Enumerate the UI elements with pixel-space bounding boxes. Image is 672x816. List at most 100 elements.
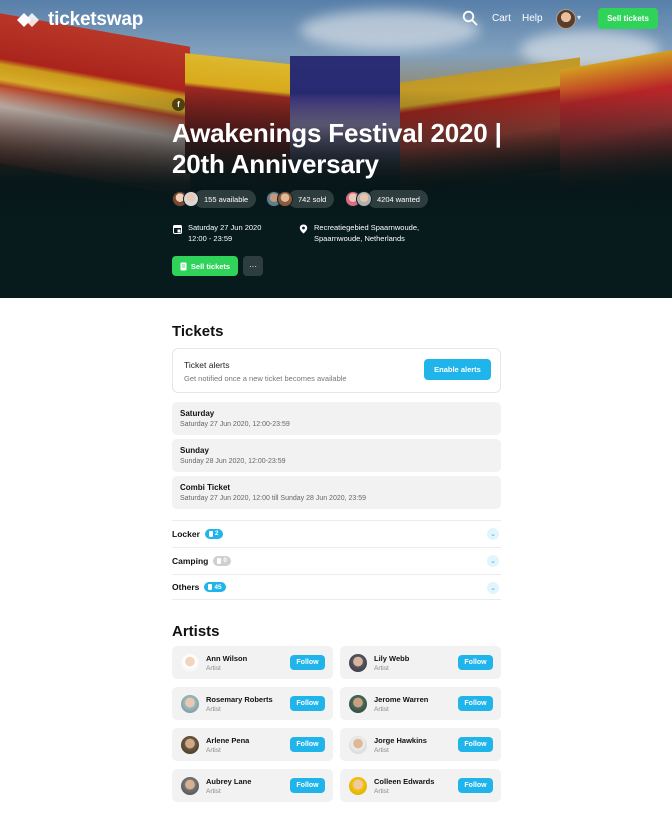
artist-card[interactable]: Jerome Warren Artist Follow [340,687,501,720]
ticket-icon [180,262,187,270]
facebook-icon[interactable]: f [172,98,185,111]
tickets-heading: Tickets [172,323,224,340]
ticket-day-subtitle: Saturday 27 Jun 2020, 12:00-23:59 [180,421,290,428]
artist-role: Artist [206,665,221,672]
nav-cart-link[interactable]: Cart [492,13,511,24]
avatar-group [172,191,199,207]
avatar [356,191,372,207]
category-locker[interactable]: Locker 2 ⌄ [172,520,501,546]
category-label: Others [172,582,200,592]
artist-role: Artist [374,706,389,713]
ticket-day-saturday[interactable]: Saturday Saturday 27 Jun 2020, 12:00-23:… [172,402,501,435]
follow-button[interactable]: Follow [290,737,325,752]
ticket-day-combi[interactable]: Combi Ticket Saturday 27 Jun 2020, 12:00… [172,476,501,509]
event-location-line: Spaarnwoude, Netherlands [314,234,405,243]
artist-name: Colleen Edwards [374,777,435,786]
top-nav: ticketswap Cart Help ▾ Sell tickets [0,0,672,38]
count-badge: 0 [213,555,231,566]
artist-card[interactable]: Rosemary Roberts Artist Follow [172,687,333,720]
ticket-icon [208,584,213,590]
count-badge: 2 [204,528,223,539]
chevron-down-icon[interactable]: ⌄ [487,528,499,540]
artist-name: Jerome Warren [374,695,429,704]
avatar [277,191,293,207]
avatar [181,654,199,672]
brand-logo[interactable]: ticketswap [15,9,143,31]
ticket-day-subtitle: Sunday 28 Jun 2020, 12:00-23:59 [180,458,286,465]
artist-role: Artist [374,788,389,795]
artist-role: Artist [374,747,389,754]
count-badge-value: 0 [223,557,227,564]
avatar [349,777,367,795]
artist-name: Rosemary Roberts [206,695,273,704]
stat-available[interactable]: 155 available [172,190,257,208]
event-date-line: Saturday 27 Jun 2020 [188,223,262,232]
calendar-icon [173,225,182,234]
sell-tickets-button[interactable]: Sell tickets [172,256,238,276]
ticket-day-title: Saturday [180,409,215,418]
avatar-group [345,191,372,207]
enable-alerts-button[interactable]: Enable alerts [424,359,491,380]
ticket-day-title: Combi Ticket [180,483,231,492]
nav-help-link[interactable]: Help [522,13,543,24]
artist-role: Artist [206,747,221,754]
ticket-alert-title: Ticket alerts [184,360,230,370]
artist-card[interactable]: Lily Webb Artist Follow [340,646,501,679]
artist-name: Arlene Pena [206,736,250,745]
stat-wanted-label: 4204 wanted [367,190,428,208]
stat-available-label: 155 available [194,190,257,208]
more-options-button[interactable]: ··· [243,256,263,276]
category-label: Locker [172,528,200,539]
follow-button[interactable]: Follow [458,737,493,752]
ticket-icon [217,557,222,564]
stat-sold-label: 742 sold [288,190,335,208]
nav-sell-tickets-button[interactable]: Sell tickets [598,8,658,29]
ticket-icon [208,530,213,537]
user-avatar[interactable] [556,9,576,29]
artists-heading: Artists [172,623,220,640]
artist-card[interactable]: Arlene Pena Artist Follow [172,728,333,761]
avatar [181,777,199,795]
category-camping[interactable]: Camping 0 ⌄ [172,547,501,573]
count-badge: 45 [204,582,226,592]
follow-button[interactable]: Follow [290,696,325,711]
event-time-line: 12:00 - 23:59 [188,234,233,243]
follow-button[interactable]: Follow [458,696,493,711]
sell-tickets-label: Sell tickets [190,261,231,271]
follow-button[interactable]: Follow [458,655,493,670]
ticket-day-subtitle: Saturday 27 Jun 2020, 12:00 till Sunday … [180,495,367,502]
event-location-line: Recreatiegebied Spaarnwoude, [314,223,420,232]
artist-role: Artist [206,706,221,713]
follow-button[interactable]: Follow [290,655,325,670]
ticketswap-logo-icon [17,13,39,27]
location-pin-icon [299,224,308,234]
artist-card[interactable]: Colleen Edwards Artist Follow [340,769,501,802]
count-badge-value: 2 [214,530,219,537]
search-icon[interactable] [462,10,478,26]
stat-sold[interactable]: 742 sold [266,190,335,208]
chevron-down-icon[interactable]: ⌄ [487,555,499,567]
chevron-down-icon[interactable]: ▾ [577,13,581,22]
category-others[interactable]: Others 45 ⌄ [172,574,501,600]
artist-card[interactable]: Ann Wilson Artist Follow [172,646,333,679]
artist-role: Artist [206,788,221,795]
artist-name: Ann Wilson [206,654,248,663]
ticket-alert-subtitle: Get notified once a new ticket becomes a… [184,374,347,383]
avatar [349,654,367,672]
event-location[interactable]: Recreatiegebied Spaarnwoude, Spaarnwoude… [314,222,419,244]
ticket-day-sunday[interactable]: Sunday Sunday 28 Jun 2020, 12:00-23:59 [172,439,501,472]
event-title: Awakenings Festival 2020 | 20th Annivers… [172,118,502,179]
follow-button[interactable]: Follow [290,778,325,793]
avatar [181,695,199,713]
artist-role: Artist [374,665,389,672]
artist-card[interactable]: Aubrey Lane Artist Follow [172,769,333,802]
event-date: Saturday 27 Jun 2020 12:00 - 23:59 [188,222,261,244]
ticket-alert-card: Ticket alerts Get notified once a new ti… [172,348,501,393]
follow-button[interactable]: Follow [458,778,493,793]
artist-name: Jorge Hawkins [374,736,427,745]
stat-wanted[interactable]: 4204 wanted [345,190,428,208]
ticket-day-title: Sunday [180,446,209,455]
avatar [349,695,367,713]
chevron-down-icon[interactable]: ⌄ [487,582,499,594]
artist-card[interactable]: Jorge Hawkins Artist Follow [340,728,501,761]
